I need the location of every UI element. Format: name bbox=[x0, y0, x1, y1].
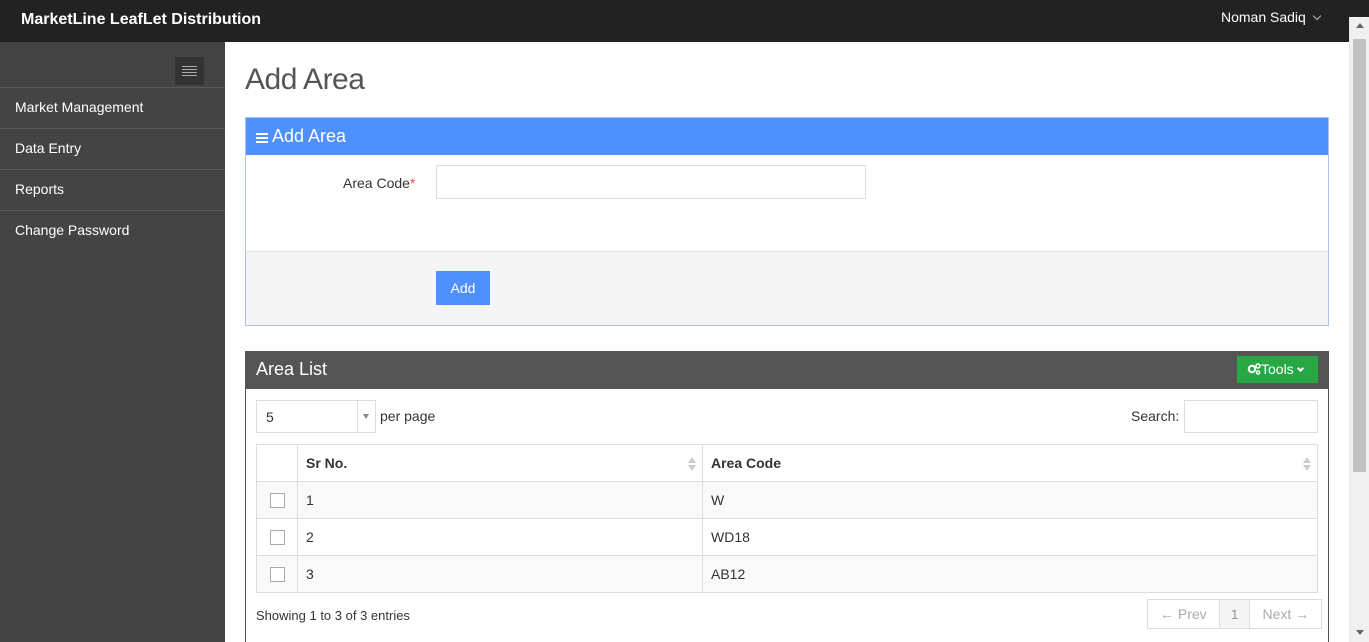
menu-icon bbox=[256, 132, 268, 143]
table-header-row: Sr No. Area Code bbox=[256, 444, 1318, 482]
sidebar-nav: Market Management Data Entry Reports Cha… bbox=[0, 87, 225, 251]
per-page-value: 5 bbox=[266, 409, 274, 425]
page-title: Add Area bbox=[245, 63, 365, 96]
sidebar-item-reports[interactable]: Reports bbox=[0, 169, 225, 210]
add-button[interactable]: Add bbox=[436, 271, 490, 305]
sr-no-cell: 3 bbox=[297, 555, 703, 593]
pagination: ← Prev 1 Next → bbox=[1147, 599, 1323, 629]
gears-icon bbox=[1247, 363, 1261, 375]
search-label: Search: bbox=[1131, 408, 1180, 424]
tools-dropdown-button[interactable]: Tools bbox=[1237, 356, 1318, 383]
area-code-input[interactable] bbox=[436, 165, 866, 199]
table-row: 3 AB12 bbox=[256, 555, 1318, 593]
scroll-down-icon[interactable] bbox=[1356, 630, 1364, 635]
row-checkbox[interactable] bbox=[269, 530, 285, 546]
user-name: Noman Sadiq bbox=[1221, 9, 1306, 25]
table-info: Showing 1 to 3 of 3 entries bbox=[256, 608, 410, 623]
sr-no-cell: 2 bbox=[297, 518, 703, 556]
top-navbar: MarketLine LeafLet Distribution Noman Sa… bbox=[0, 0, 1369, 42]
sidebar-item-data-entry[interactable]: Data Entry bbox=[0, 128, 225, 169]
table-row: 1 W bbox=[256, 481, 1318, 519]
page-scrollbar[interactable] bbox=[1349, 17, 1369, 642]
sidebar: Market Management Data Entry Reports Cha… bbox=[0, 42, 225, 642]
area-code-cell: AB12 bbox=[702, 555, 1318, 593]
add-area-panel-header: Add Area bbox=[246, 118, 1328, 155]
required-marker: * bbox=[409, 175, 416, 191]
scroll-up-icon[interactable] bbox=[1356, 23, 1364, 28]
sidebar-toggle-button[interactable] bbox=[175, 57, 204, 85]
per-page-label: per page bbox=[380, 408, 436, 424]
next-page-button[interactable]: Next → bbox=[1250, 600, 1321, 628]
form-footer: Add bbox=[246, 251, 1328, 325]
scrollbar-thumb[interactable] bbox=[1353, 39, 1366, 472]
table-row: 2 WD18 bbox=[256, 518, 1318, 556]
area-table: Sr No. Area Code 1 W 2 WD18 3 AB12 bbox=[256, 444, 1318, 593]
column-header-area-code[interactable]: Area Code bbox=[702, 444, 1318, 482]
row-checkbox[interactable] bbox=[269, 567, 285, 583]
chevron-down-icon bbox=[1296, 364, 1304, 373]
sidebar-item-change-password[interactable]: Change Password bbox=[0, 210, 225, 251]
page-number-button[interactable]: 1 bbox=[1219, 600, 1251, 628]
row-checkbox[interactable] bbox=[269, 493, 285, 509]
caret-down-icon bbox=[363, 414, 369, 419]
area-code-cell: WD18 bbox=[702, 518, 1318, 556]
sidebar-item-market-management[interactable]: Market Management bbox=[0, 87, 225, 128]
per-page-select[interactable]: 5 bbox=[256, 400, 376, 433]
sort-icon bbox=[688, 457, 696, 471]
brand-title[interactable]: MarketLine LeafLet Distribution bbox=[21, 11, 261, 29]
sr-no-cell: 1 bbox=[297, 481, 703, 519]
add-area-panel: Add Area Area Code* Add bbox=[245, 117, 1329, 326]
area-list-title: Area List bbox=[256, 359, 328, 379]
chevron-down-icon bbox=[1312, 11, 1322, 21]
add-area-panel-title: Add Area bbox=[272, 126, 347, 146]
area-code-cell: W bbox=[702, 481, 1318, 519]
tools-label: Tools bbox=[1261, 361, 1294, 377]
select-column-header bbox=[256, 444, 298, 482]
sort-icon bbox=[1303, 457, 1311, 471]
area-list-panel: Area List Tools 5 per page Search: Sr No… bbox=[245, 351, 1329, 642]
area-code-label: Area Code* bbox=[343, 175, 416, 191]
prev-page-button[interactable]: ← Prev bbox=[1148, 600, 1220, 628]
search-input[interactable] bbox=[1184, 400, 1318, 433]
user-menu[interactable]: Noman Sadiq bbox=[1221, 9, 1322, 25]
column-header-sr-no[interactable]: Sr No. bbox=[297, 444, 703, 482]
area-list-panel-header: Area List Tools bbox=[246, 352, 1328, 389]
